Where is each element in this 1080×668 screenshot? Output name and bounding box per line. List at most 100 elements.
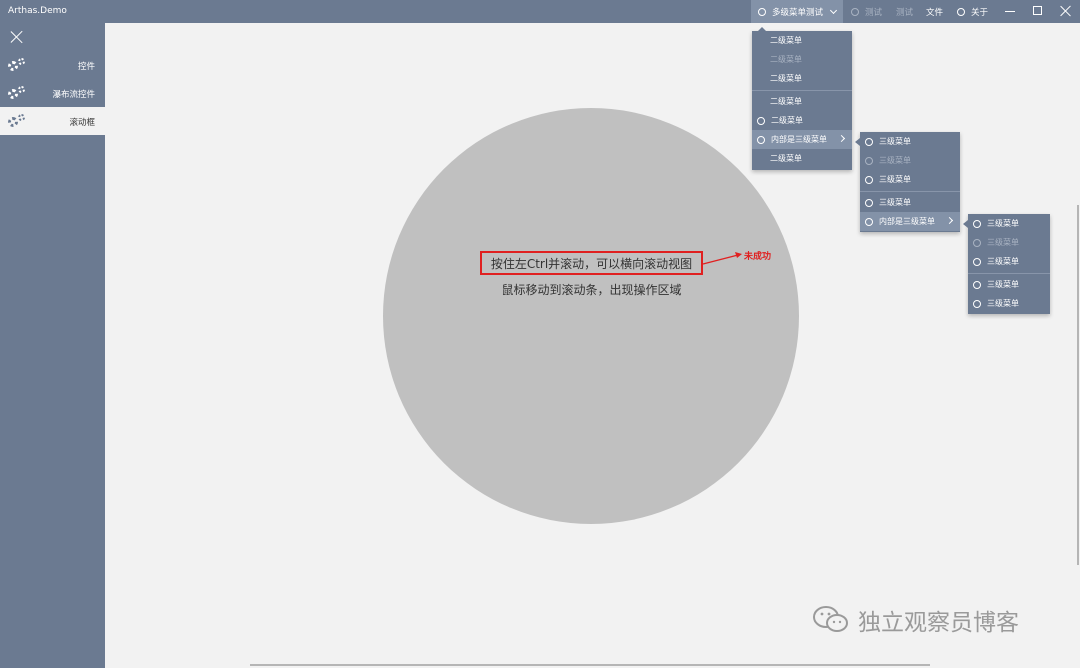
title-bar: Arthas.Demo 多级菜单测试 测试 测试 文件 关于: [0, 0, 1080, 23]
menu-item[interactable]: 二级菜单: [752, 69, 852, 88]
gears-icon: [8, 114, 26, 128]
menu-item-label: 二级菜单: [770, 97, 802, 106]
menu-item-label: 二级菜单: [770, 36, 802, 45]
popup-caret: [758, 27, 766, 31]
minimize-icon: [1005, 11, 1015, 12]
radio-icon: [851, 7, 859, 16]
menu-label: 测试: [865, 7, 883, 18]
menu-label: 文件: [926, 7, 944, 18]
menu-item-submenu[interactable]: 内部是三级菜单: [860, 212, 960, 231]
menu-item-label: 内部是三级菜单: [879, 217, 935, 226]
menu-item-label: 二级菜单: [770, 74, 802, 83]
menu-item-disabled[interactable]: 二级菜单: [752, 50, 852, 69]
menu-item-label: 三级菜单: [879, 137, 911, 146]
menu-item[interactable]: 三级菜单: [968, 252, 1050, 271]
chevron-down-icon: [829, 6, 838, 14]
menu-item-submenu[interactable]: 内部是三级菜单: [752, 130, 852, 149]
menu-about[interactable]: 关于: [957, 0, 988, 23]
annotation-arrow: [702, 252, 742, 265]
radio-icon: [865, 156, 873, 165]
gears-icon: [8, 58, 26, 72]
radio-icon: [865, 198, 873, 207]
radio-icon: [973, 238, 981, 247]
chevron-right-icon: [945, 216, 954, 225]
menu-item[interactable]: 三级菜单: [968, 275, 1050, 294]
menu-item[interactable]: 三级菜单: [968, 294, 1050, 313]
menu-item[interactable]: 二级菜单: [752, 111, 852, 130]
menu-item-label: 三级菜单: [879, 156, 911, 165]
menu-item-label: 三级菜单: [987, 257, 1019, 266]
menu-separator: [860, 191, 960, 192]
maximize-icon: [1033, 6, 1042, 15]
menu-test-disabled[interactable]: 测试: [851, 0, 882, 23]
close-icon: [1060, 5, 1072, 17]
menu-item[interactable]: 二级菜单: [752, 31, 852, 50]
sidebar-item-controls[interactable]: 控件: [0, 51, 105, 79]
radio-icon: [973, 257, 981, 266]
menu-label: 多级菜单测试: [772, 7, 824, 18]
sidebar-item-label: 控件: [77, 62, 95, 72]
minimize-button[interactable]: [996, 0, 1024, 23]
radio-icon: [865, 137, 873, 146]
menu-item[interactable]: 三级菜单: [860, 132, 960, 151]
menu-label: 关于: [971, 7, 989, 18]
menu-item-label: 二级菜单: [770, 154, 802, 163]
sidebar: 控件 瀑布流控件 滚动框: [0, 23, 105, 668]
close-window-button[interactable]: [1052, 0, 1080, 23]
menu-item[interactable]: 三级菜单: [860, 193, 960, 212]
watermark-text: 独立观察员博客: [858, 610, 1019, 636]
menu-item[interactable]: 三级菜单: [860, 170, 960, 189]
chevron-right-icon: [837, 134, 846, 143]
radio-icon: [757, 116, 765, 125]
submenu-level2: 二级菜单 二级菜单 二级菜单 二级菜单 二级菜单 内部是三级菜单 二级菜单: [752, 31, 852, 170]
instruction-text: 鼠标移动到滚动条，出现操作区域: [501, 283, 682, 297]
radio-icon: [973, 299, 981, 308]
menu-item-label: 三级菜单: [987, 280, 1019, 289]
menu-item-disabled[interactable]: 三级菜单: [968, 233, 1050, 252]
annotation-label: 未成功: [744, 252, 772, 262]
radio-icon: [758, 7, 766, 16]
sidebar-item-label: 滚动框: [69, 118, 95, 128]
radio-icon: [865, 217, 873, 226]
radio-icon: [973, 219, 981, 228]
menu-multilevel-test[interactable]: 多级菜单测试: [751, 0, 843, 23]
menu-item-label: 三级菜单: [879, 175, 911, 184]
menu-item-label: 三级菜单: [987, 219, 1019, 228]
vertical-scrollbar[interactable]: [1077, 205, 1079, 565]
close-sidebar-icon[interactable]: [10, 30, 24, 44]
menu-test[interactable]: 测试: [896, 0, 913, 23]
submenu-level3b: 三级菜单 三级菜单 三级菜单 三级菜单 三级菜单: [968, 214, 1050, 314]
menu-item-disabled[interactable]: 三级菜单: [860, 151, 960, 170]
menu-label: 测试: [896, 7, 914, 18]
sidebar-item-label: 瀑布流控件: [52, 90, 95, 100]
menu-separator: [752, 90, 852, 91]
horizontal-scrollbar[interactable]: [250, 664, 930, 666]
menu-item-label: 内部是三级菜单: [771, 135, 827, 144]
watermark: 独立观察员博客: [812, 600, 1019, 640]
radio-icon: [865, 175, 873, 184]
popup-caret: [855, 138, 860, 146]
menu-file[interactable]: 文件: [926, 0, 943, 23]
menu-item-label: 三级菜单: [987, 299, 1019, 308]
submenu-level3a: 三级菜单 三级菜单 三级菜单 三级菜单 内部是三级菜单: [860, 132, 960, 232]
window-title: Arthas.Demo: [8, 6, 67, 16]
menu-item-label: 二级菜单: [770, 55, 802, 64]
menu-item[interactable]: 二级菜单: [752, 149, 852, 168]
scroll-content-circle: [383, 108, 799, 524]
sidebar-item-waterfall[interactable]: 瀑布流控件: [0, 79, 105, 107]
menu-item[interactable]: 二级菜单: [752, 92, 852, 111]
instruction-text-highlighted: 按住左Ctrl并滚动，可以横向滚动视图: [480, 251, 703, 275]
menu-item-label: 三级菜单: [987, 238, 1019, 247]
sidebar-item-scrollviewer[interactable]: 滚动框: [0, 107, 105, 135]
menu-item-label: 二级菜单: [771, 116, 803, 125]
gears-icon: [8, 86, 26, 100]
menu-item-label: 三级菜单: [879, 198, 911, 207]
menu-item[interactable]: 三级菜单: [968, 214, 1050, 233]
radio-icon: [957, 7, 965, 16]
popup-caret: [963, 220, 968, 228]
radio-icon: [973, 280, 981, 289]
maximize-button[interactable]: [1024, 0, 1052, 23]
menu-separator: [968, 273, 1050, 274]
radio-icon: [757, 135, 765, 144]
wechat-icon: [813, 606, 848, 632]
